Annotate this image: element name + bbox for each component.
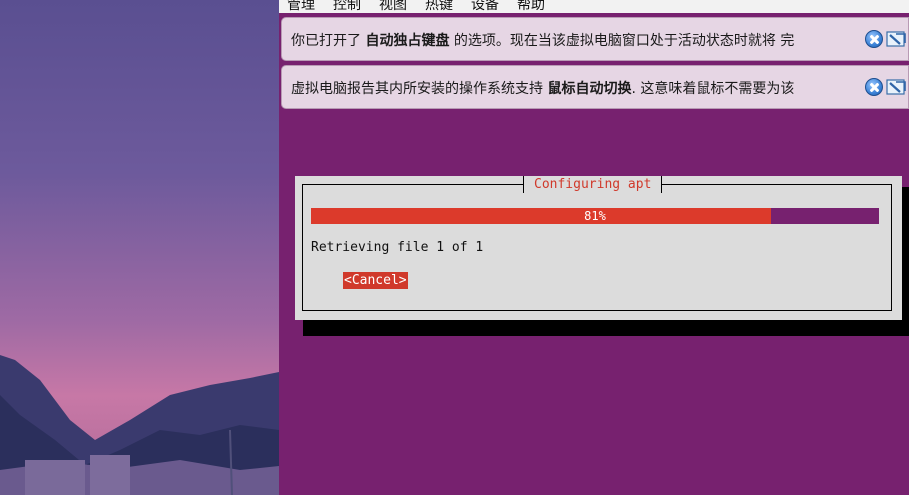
desktop-wallpaper xyxy=(0,0,279,495)
vm-menubar: 管理 控制 视图 热键 设备 帮助 xyxy=(279,0,909,13)
mute-notification-icon[interactable] xyxy=(886,77,908,97)
cancel-button[interactable]: <Cancel> xyxy=(343,272,408,289)
menu-help[interactable]: 帮助 xyxy=(517,0,545,13)
menu-control[interactable]: 控制 xyxy=(333,0,361,13)
progress-label: 81% xyxy=(584,209,606,223)
close-icon[interactable] xyxy=(865,30,883,48)
progress-bar: 81% xyxy=(311,208,879,224)
menu-manage[interactable]: 管理 xyxy=(287,0,315,13)
dialog-title: Configuring apt xyxy=(523,176,663,193)
notice-text: 虚拟电脑报告其内所安装的操作系统支持 鼠标自动切换. 这意味着鼠标不需要为该 xyxy=(291,81,795,97)
menu-hotkeys[interactable]: 热键 xyxy=(425,0,453,13)
menu-view[interactable]: 视图 xyxy=(379,0,407,13)
screen: 管理 控制 视图 热键 设备 帮助 你已打开了 自动独占键盘 的选项。现在当该虚… xyxy=(0,0,909,495)
close-icon[interactable] xyxy=(865,78,883,96)
vm-window: 管理 控制 视图 热键 设备 帮助 你已打开了 自动独占键盘 的选项。现在当该虚… xyxy=(279,0,909,495)
menu-devices[interactable]: 设备 xyxy=(471,0,499,13)
notice-text: 你已打开了 自动独占键盘 的选项。现在当该虚拟电脑窗口处于活动状态时就将 完 xyxy=(291,33,795,49)
keyboard-capture-notice: 你已打开了 自动独占键盘 的选项。现在当该虚拟电脑窗口处于活动状态时就将 完 xyxy=(281,17,909,61)
mouse-integration-notice: 虚拟电脑报告其内所安装的操作系统支持 鼠标自动切换. 这意味着鼠标不需要为该 xyxy=(281,65,909,109)
mute-notification-icon[interactable] xyxy=(886,29,908,49)
status-text: Retrieving file 1 of 1 xyxy=(311,240,484,255)
configuring-apt-dialog: Configuring apt 81% Retrieving file 1 of… xyxy=(295,176,902,320)
mountain-landscape xyxy=(0,355,279,495)
